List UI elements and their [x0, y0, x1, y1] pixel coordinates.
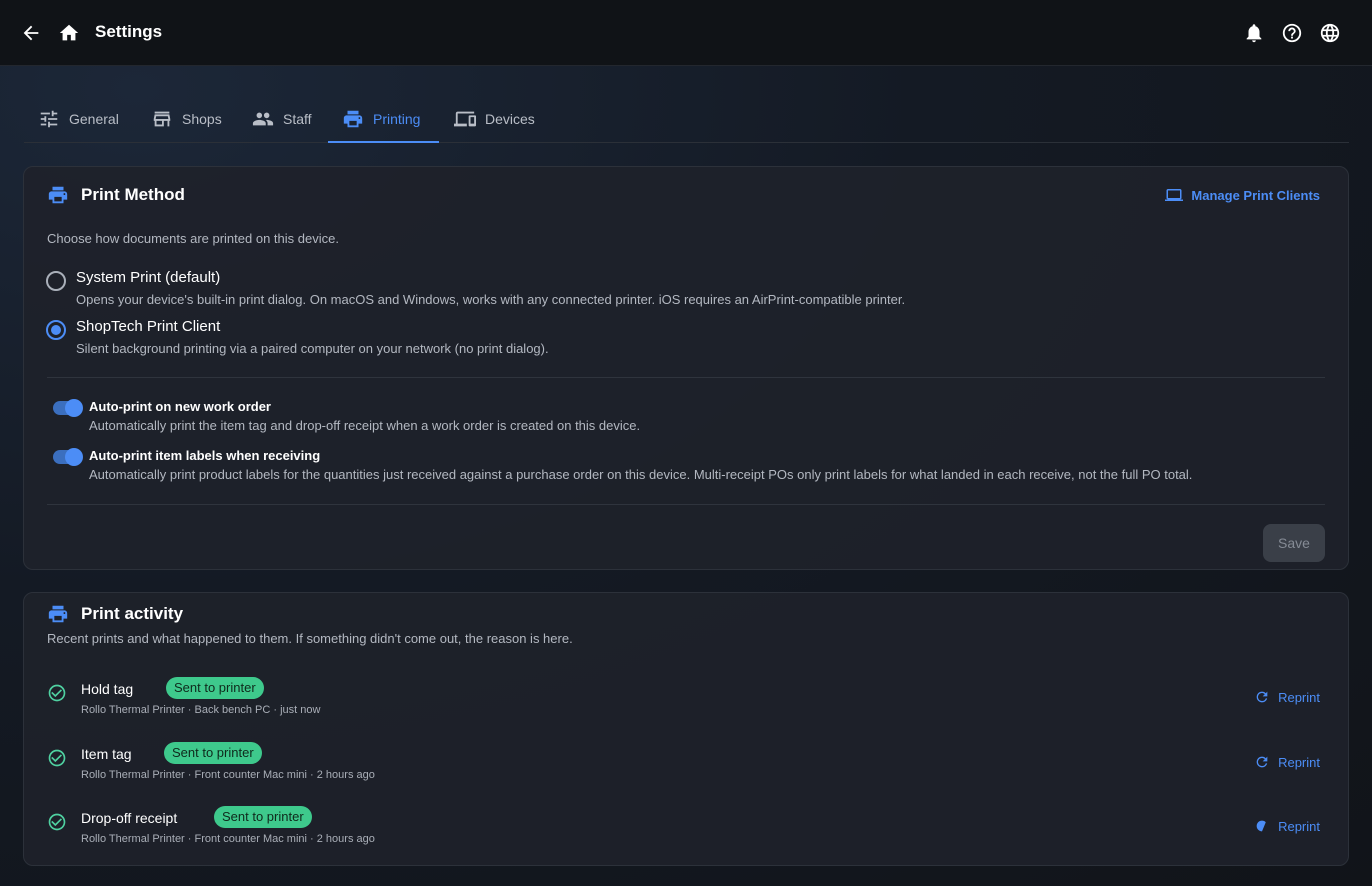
- toggle-label: Auto-print on new work order: [89, 399, 271, 414]
- tab-label: General: [69, 111, 119, 127]
- globe-icon[interactable]: [1318, 21, 1342, 45]
- print-activity-heading: Print activity: [47, 603, 183, 625]
- card-title-text: Print Method: [81, 185, 185, 204]
- tab-label: Shops: [182, 111, 222, 127]
- reprint-button[interactable]: Reprint: [1254, 689, 1320, 705]
- print-job-name: Drop-off receipt: [81, 810, 178, 826]
- refresh-icon: [1256, 691, 1268, 703]
- home-icon[interactable]: [57, 21, 81, 45]
- tab-shops[interactable]: Shops: [137, 96, 234, 142]
- back-arrow-icon[interactable]: [19, 21, 43, 45]
- sliders-icon: [40, 110, 58, 128]
- radio-button[interactable]: [46, 271, 66, 291]
- refresh-icon: [1256, 820, 1266, 832]
- status-badge: Sent to printer: [164, 742, 262, 764]
- storefront-icon: [153, 111, 171, 127]
- print-activity-description: Recent prints and what happened to them.…: [47, 631, 573, 646]
- tab-general[interactable]: General: [24, 96, 131, 142]
- reprint-label: Reprint: [1278, 689, 1320, 705]
- print-method-description: Choose how documents are printed on this…: [47, 231, 339, 246]
- print-method-card: Print Method Manage Print Clients Choose…: [23, 166, 1349, 570]
- tab-printing[interactable]: Printing: [328, 96, 439, 143]
- radio-description: Opens your device's built-in print dialo…: [76, 292, 906, 307]
- toggle-switch[interactable]: [53, 448, 83, 466]
- printer-icon: [343, 110, 363, 128]
- print-job-meta: Rollo Thermal Printer · Front counter Ma…: [81, 833, 375, 845]
- toggle-switch[interactable]: [53, 399, 83, 417]
- print-job-name: Hold tag: [81, 681, 134, 697]
- radio-description: Silent background printing via a paired …: [76, 341, 549, 356]
- list-item: Hold tag Sent to printer Rollo Thermal P…: [47, 675, 1325, 719]
- tab-devices[interactable]: Devices: [440, 96, 547, 142]
- reprint-label: Reprint: [1278, 754, 1320, 770]
- printer-icon: [48, 605, 68, 623]
- check-circle-icon: [47, 748, 67, 768]
- manage-print-clients-link[interactable]: Manage Print Clients: [1165, 186, 1320, 204]
- toggle-description: Automatically print product labels for t…: [89, 467, 1193, 482]
- devices-icon: [454, 111, 476, 127]
- print-job-meta: Rollo Thermal Printer · Front counter Ma…: [81, 769, 375, 781]
- printer-icon: [48, 186, 68, 204]
- tab-label: Devices: [485, 111, 535, 127]
- print-activity-card: Print activity Recent prints and what ha…: [23, 592, 1349, 866]
- card-title-text: Print activity: [81, 604, 184, 623]
- print-job-meta: Rollo Thermal Printer · Back bench PC · …: [81, 704, 321, 716]
- people-icon: [252, 112, 274, 126]
- divider: [47, 377, 1325, 378]
- check-circle-icon: [47, 683, 67, 703]
- radio-label: System Print (default): [76, 269, 221, 286]
- radio-label: ShopTech Print Client: [76, 318, 221, 335]
- refresh-icon: [1256, 756, 1268, 768]
- top-bar: Settings: [0, 0, 1372, 66]
- radio-button[interactable]: [46, 320, 66, 340]
- toggle-description: Automatically print the item tag and dro…: [89, 418, 641, 433]
- page-title: Settings: [95, 22, 163, 41]
- help-icon[interactable]: [1280, 21, 1304, 45]
- tab-label: Printing: [373, 111, 421, 127]
- toggle-label: Auto-print item labels when receiving: [89, 448, 321, 463]
- bell-icon[interactable]: [1242, 21, 1266, 45]
- reprint-button[interactable]: Reprint: [1254, 754, 1320, 770]
- list-item: Item tag Sent to printer Rollo Thermal P…: [47, 740, 1325, 784]
- tab-staff[interactable]: Staff: [238, 96, 324, 142]
- reprint-label: Reprint: [1278, 818, 1320, 834]
- status-badge: Sent to printer: [166, 677, 264, 699]
- save-button[interactable]: Save: [1263, 524, 1325, 562]
- status-badge: Sent to printer: [214, 806, 312, 828]
- settings-tabs: General Shops Staff Printing Devices: [24, 96, 1349, 143]
- laptop-icon: [1165, 189, 1184, 201]
- reprint-button[interactable]: Reprint: [1254, 818, 1320, 834]
- print-job-name: Item tag: [81, 746, 132, 762]
- divider: [47, 504, 1325, 505]
- manage-print-clients-label: Manage Print Clients: [1191, 187, 1320, 203]
- tab-label: Staff: [283, 111, 312, 127]
- print-method-heading: Print Method: [47, 184, 185, 206]
- list-item: Drop-off receipt Sent to printer Rollo T…: [47, 804, 1325, 848]
- check-circle-icon: [47, 812, 67, 832]
